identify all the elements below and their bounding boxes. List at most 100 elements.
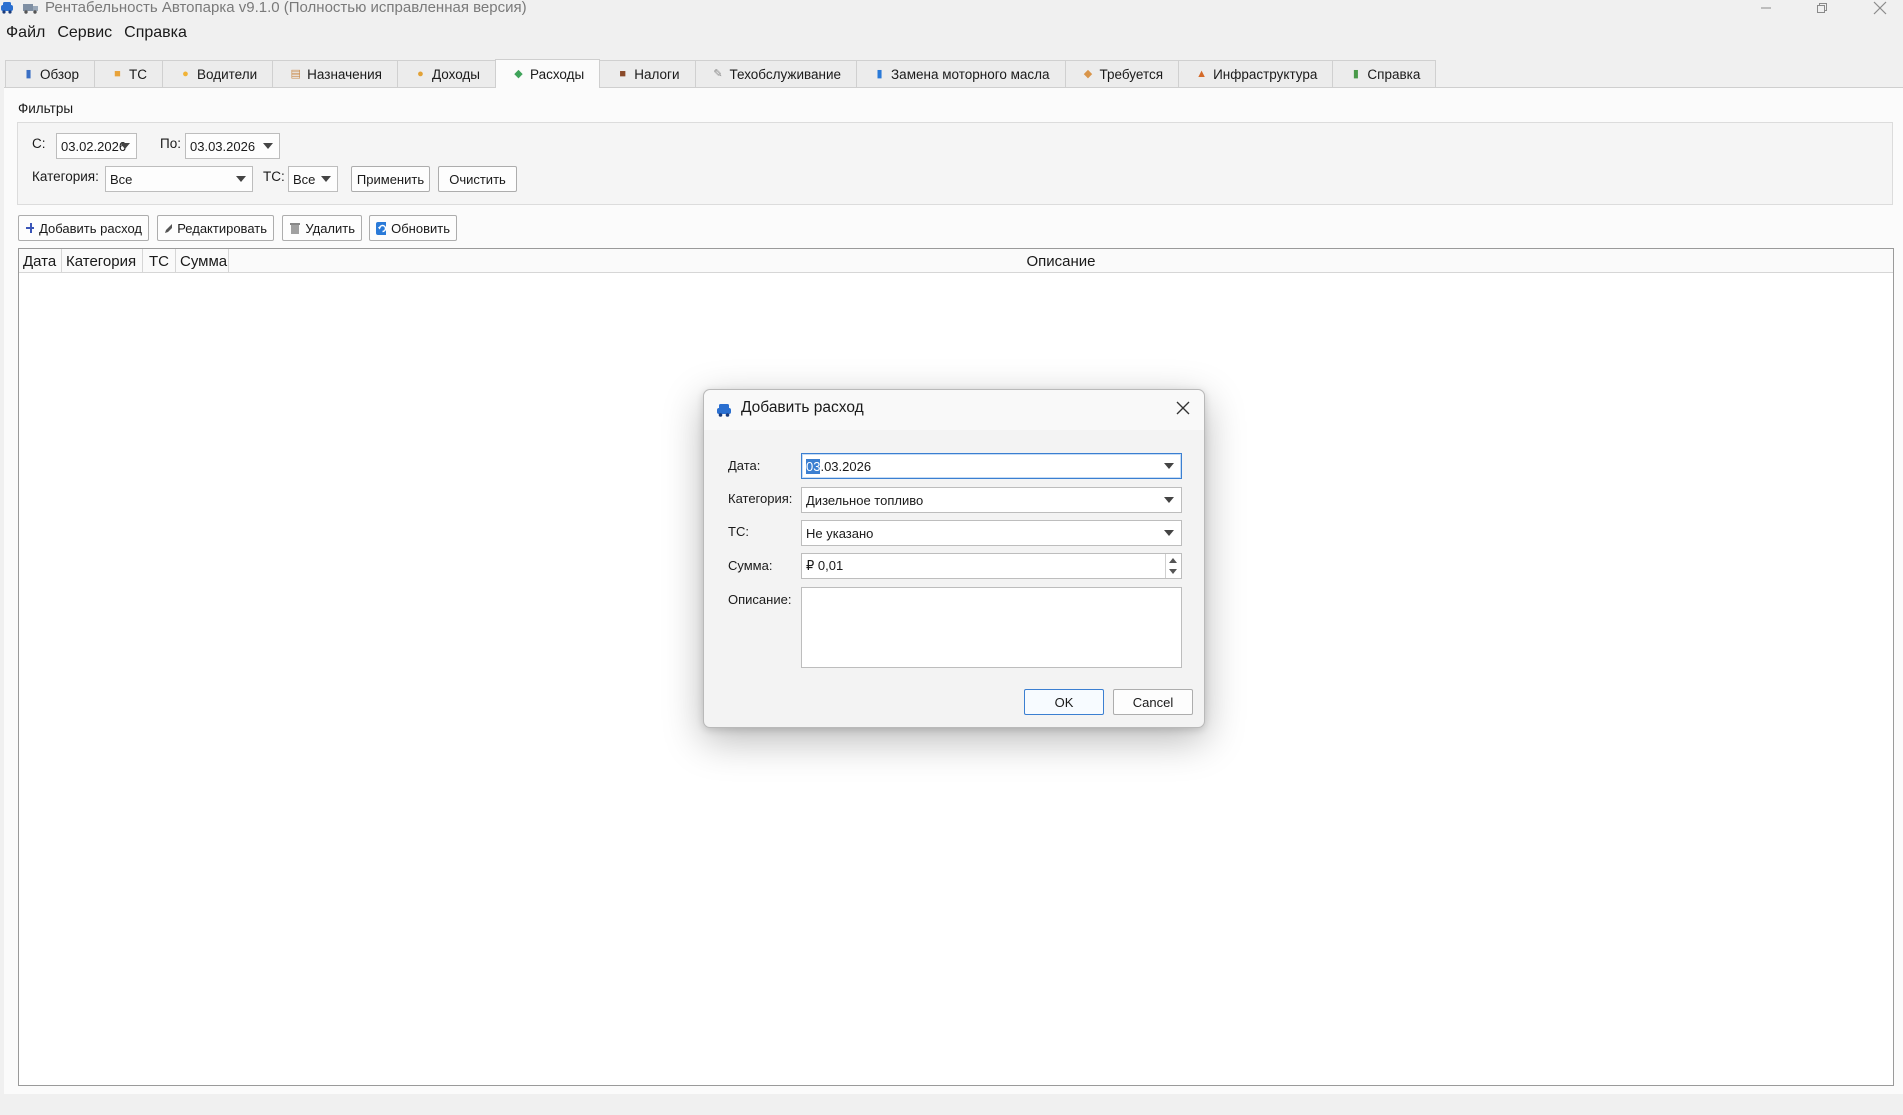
dialog-close-button[interactable]	[1174, 399, 1192, 417]
chevron-down-icon	[236, 176, 246, 182]
vehicle-select[interactable]: Не указано	[801, 520, 1182, 546]
car-icon	[1, 2, 13, 14]
tab-5[interactable]: ● Доходы	[396, 60, 497, 88]
minimize-button[interactable]	[1743, 0, 1789, 16]
amount-stepper[interactable]	[1165, 554, 1181, 578]
vehicle-value: Не указано	[806, 525, 874, 541]
menu-help[interactable]: Справка	[118, 22, 193, 46]
oil-can-icon: ▮	[876, 68, 883, 80]
filters-group-title: Фильтры	[18, 101, 74, 116]
tab-2[interactable]: ■ ТС	[94, 60, 163, 88]
to-date-picker[interactable]: 03.03.2026	[185, 133, 280, 159]
restore-button[interactable]	[1799, 0, 1845, 16]
delete-expense-label: Удалить	[305, 220, 355, 236]
date-picker[interactable]: 03.03.2026	[801, 453, 1182, 479]
tab-10[interactable]: ◆ Требуется	[1064, 60, 1180, 88]
to-date-label: По:	[160, 136, 181, 151]
column-header-description[interactable]: Описание	[229, 249, 1893, 273]
tab-11[interactable]: ▲ Инфраструктура	[1178, 60, 1334, 88]
add-expense-label: Добавить расход	[39, 220, 142, 236]
truck-icon	[23, 4, 38, 14]
amount-value: ₽ 0,01	[806, 558, 844, 573]
window-title: Рентабельность Автопарка v9.1.0 (Полност…	[45, 0, 527, 16]
column-header-amount[interactable]: Сумма	[176, 249, 229, 273]
briefcase-icon: ■	[619, 68, 627, 80]
vehicle-filter-value: Все	[293, 171, 316, 187]
pencil-icon	[165, 223, 173, 233]
apply-filters-button[interactable]: Применить	[351, 166, 430, 192]
category-filter-label: Категория:	[32, 169, 99, 184]
from-date-picker[interactable]: 03.02.2026	[56, 133, 137, 159]
tab-12[interactable]: ▮ Справка	[1332, 60, 1437, 88]
dialog-titlebar: Добавить расход	[704, 390, 1204, 430]
tab-8[interactable]: ✎ Техобслуживание	[694, 60, 858, 88]
trash-icon	[290, 223, 300, 234]
delete-expense-button[interactable]: Удалить	[282, 215, 362, 241]
ok-button[interactable]: OK	[1024, 689, 1104, 715]
tab-7[interactable]: ■ Налоги	[599, 60, 696, 88]
menu-file[interactable]: Файл	[0, 22, 51, 46]
driver-face-icon: ●	[182, 68, 189, 80]
description-textarea[interactable]	[801, 587, 1182, 668]
from-date-label: С:	[32, 136, 46, 151]
minimize-icon	[1761, 7, 1771, 9]
edit-expense-label: Редактировать	[177, 220, 267, 236]
chevron-up-icon[interactable]	[1169, 558, 1177, 563]
refresh-button[interactable]: Обновить	[369, 215, 457, 241]
tab-label: ТС	[129, 67, 147, 82]
vehicle-label: ТС:	[728, 524, 749, 539]
chevron-down-icon	[1164, 463, 1174, 469]
truck-icon: ■	[114, 68, 121, 80]
tab-9[interactable]: ▮ Замена моторного масла	[856, 60, 1066, 88]
category-filter-select[interactable]: Все	[105, 166, 253, 192]
books-icon: ▮	[1352, 68, 1359, 80]
menu-bar: Файл Сервис Справка	[0, 22, 193, 46]
chevron-down-icon	[263, 143, 273, 149]
category-value: Дизельное топливо	[806, 492, 924, 508]
category-label: Категория:	[728, 491, 793, 506]
tab-3[interactable]: ● Водители	[162, 60, 274, 88]
add-expense-button[interactable]: Добавить расход	[18, 215, 149, 241]
tab-label: Обзор	[40, 67, 79, 82]
tab-label: Расходы	[530, 66, 585, 82]
restore-icon	[1817, 3, 1827, 13]
tab-label: Техобслуживание	[729, 67, 842, 82]
amount-spinbox[interactable]: ₽ 0,01	[801, 553, 1182, 579]
column-header-vehicle[interactable]: ТС	[143, 249, 176, 273]
chevron-down-icon	[1164, 530, 1174, 536]
car-icon	[717, 404, 731, 417]
date-rest: .03.2026	[820, 458, 872, 474]
column-header-date[interactable]: Дата	[19, 249, 62, 273]
date-selected-segment: 03	[806, 458, 821, 474]
vehicle-filter-select[interactable]: Все	[288, 166, 338, 192]
status-bar	[0, 1098, 1903, 1115]
plus-icon	[26, 223, 35, 233]
column-header-category[interactable]: Категория	[62, 249, 143, 273]
close-window-button[interactable]	[1857, 0, 1903, 16]
chevron-down-icon[interactable]	[1169, 569, 1177, 574]
tab-label: Требуется	[1099, 67, 1164, 82]
vehicle-filter-label: ТС:	[263, 169, 285, 184]
chevron-down-icon	[1164, 497, 1174, 503]
dialog-title: Добавить расход	[741, 399, 864, 416]
from-date-value: 03.02.2026	[61, 138, 127, 154]
filters-group: С: 03.02.2026 По: 03.03.2026 Категория: …	[17, 122, 1893, 205]
tab-label: Инфраструктура	[1213, 67, 1318, 82]
wrench-icon: ✎	[713, 68, 723, 80]
tab-1[interactable]: ▮ Обзор	[5, 60, 95, 88]
clear-filters-button[interactable]: Очистить	[438, 166, 517, 192]
menu-service[interactable]: Сервис	[51, 22, 118, 46]
amount-label: Сумма:	[728, 558, 773, 573]
package-icon: ◆	[1083, 68, 1093, 80]
category-select[interactable]: Дизельное топливо	[801, 487, 1182, 513]
to-date-value: 03.03.2026	[190, 138, 256, 154]
edit-expense-button[interactable]: Редактировать	[157, 215, 274, 241]
tab-label: Замена моторного масла	[891, 67, 1050, 82]
chart-icon: ▮	[25, 68, 32, 80]
description-label: Описание:	[728, 592, 792, 607]
date-label: Дата:	[728, 458, 761, 473]
cancel-button[interactable]: Cancel	[1113, 689, 1193, 715]
tab-4[interactable]: ▤ Назначения	[272, 60, 398, 88]
tab-6[interactable]: ◆ Расходы	[495, 59, 601, 88]
window-titlebar: Рентабельность Автопарка v9.1.0 (Полност…	[0, 0, 1903, 18]
